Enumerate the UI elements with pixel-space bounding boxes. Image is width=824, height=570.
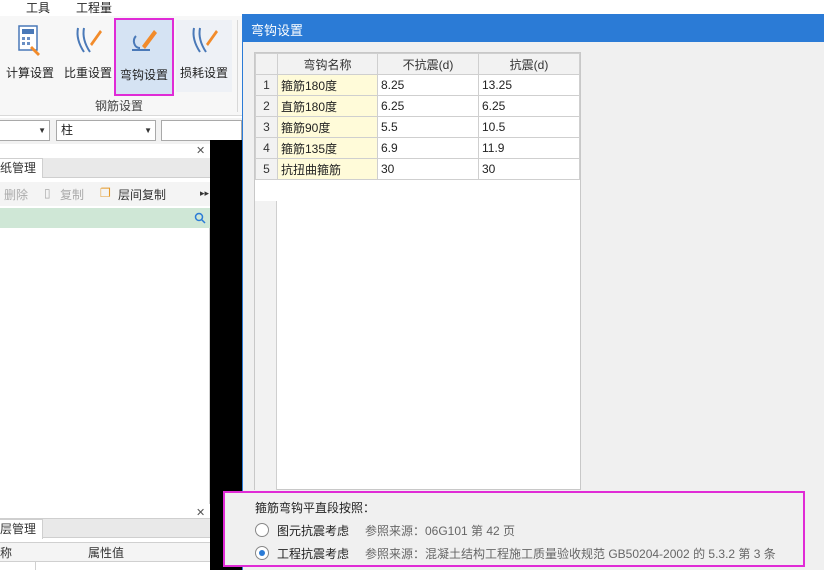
loss-settings-label: 损耗设置	[179, 66, 228, 80]
seismic-cell[interactable]: 11.9	[478, 137, 580, 159]
drawing-list	[0, 228, 210, 504]
component-type-combo[interactable]: 柱 ▼	[56, 120, 156, 141]
floor-copy-icon: ❐	[100, 186, 111, 200]
component-combo[interactable]	[161, 120, 242, 141]
menu-quantity[interactable]: 工程量	[76, 0, 112, 16]
table-row[interactable]: 3 箍筋90度 5.5 10.5	[255, 116, 580, 138]
menu-tools[interactable]: 工具	[26, 0, 50, 16]
dialog-titlebar[interactable]: 弯钩设置	[243, 14, 824, 42]
option-reference: 参照来源：06G101 第 42 页	[365, 524, 516, 538]
search-icon[interactable]	[194, 212, 206, 224]
copy-icon: ▯	[44, 186, 51, 200]
row-number: 2	[255, 95, 278, 117]
more-icon[interactable]: ▸▸	[200, 188, 209, 199]
menu-bar: 工具 工程量	[0, 0, 242, 16]
table-row[interactable]: 4 箍筋135度 6.9 11.9	[255, 137, 580, 159]
hook-table-area: 弯钩名称 不抗震(d) 抗震(d) 1 箍筋180度 8.25 13.25 2 …	[254, 52, 581, 490]
hook-settings-label: 弯钩设置	[119, 68, 168, 82]
col-non-seismic: 不抗震(d)	[377, 53, 479, 75]
table-corner	[255, 53, 278, 75]
chevron-down-icon: ▼	[38, 126, 46, 135]
hook-settings-dialog: 弯钩设置 弯钩名称 不抗震(d) 抗震(d) 1 箍筋180度 8.25 13.…	[223, 14, 824, 570]
dialog-title: 弯钩设置	[251, 23, 304, 38]
option-reference: 参照来源：混凝土结构工程施工质量验收规范 GB50204-2002 的 5.3.…	[365, 547, 776, 561]
hook-settings-icon	[132, 30, 157, 51]
col-hook-name: 弯钩名称	[277, 53, 378, 75]
row-number: 1	[255, 74, 278, 96]
search-bar[interactable]	[0, 208, 210, 228]
non-seismic-cell[interactable]: 6.25	[377, 95, 479, 117]
table-row[interactable]: 1 箍筋180度 8.25 13.25	[255, 74, 580, 96]
calc-settings-icon	[18, 25, 40, 56]
ribbon-group-label: 钢筋设置	[95, 99, 144, 113]
col-seismic: 抗震(d)	[478, 53, 580, 75]
seismic-cell[interactable]: 6.25	[478, 95, 580, 117]
table-header-row: 弯钩名称 不抗震(d) 抗震(d)	[255, 53, 580, 75]
loss-settings-button[interactable]: 损耗设置	[176, 20, 232, 92]
hook-name-cell: 箍筋180度	[277, 74, 378, 96]
drawing-panel-header: 纸管理	[0, 158, 210, 178]
weight-settings-icon	[76, 27, 102, 53]
option-label: 工程抗震考虑	[277, 547, 350, 561]
row-header-strip	[255, 201, 277, 490]
component-type-value: 柱	[61, 123, 74, 137]
attr-col-value: 属性值	[88, 546, 125, 560]
radio-element-seismic[interactable]	[255, 523, 269, 537]
hook-settings-button[interactable]: 弯钩设置	[114, 18, 174, 96]
non-seismic-cell[interactable]: 5.5	[377, 116, 479, 138]
hook-name-cell: 直筋180度	[277, 95, 378, 117]
row-number: 4	[255, 137, 278, 159]
radio-project-seismic[interactable]	[255, 546, 269, 560]
delete-button[interactable]: 删除	[4, 186, 28, 203]
non-seismic-cell[interactable]: 6.9	[377, 137, 479, 159]
floor-combo[interactable]: ▼	[0, 120, 50, 141]
seismic-cell[interactable]: 10.5	[478, 116, 580, 138]
seismic-cell[interactable]: 30	[478, 158, 580, 180]
drawing-toolbar: 删除 ▯ 复制 ❐ 层间复制 ▸▸	[0, 182, 210, 206]
attr-col-name: 称	[0, 546, 13, 560]
floor-panel-header: 层管理	[0, 518, 210, 539]
hook-name-cell: 抗扭曲箍筋	[277, 158, 378, 180]
ribbon: 计算设置 比重设置 弯钩设置 损耗设置 钢筋设置	[0, 16, 242, 116]
ribbon-separator	[237, 20, 238, 112]
drawing-panel-tab[interactable]: 纸管理	[0, 158, 44, 178]
hook-name-cell: 箍筋135度	[277, 137, 378, 159]
weight-settings-label: 比重设置	[63, 66, 112, 80]
floor-copy-button[interactable]: 层间复制	[118, 186, 166, 203]
loss-settings-icon	[192, 27, 218, 53]
combo-row: ▼ 柱 ▼	[0, 118, 242, 144]
seismic-cell[interactable]: 13.25	[478, 74, 580, 96]
copy-button[interactable]: 复制	[60, 186, 84, 203]
chevron-down-icon: ▼	[144, 126, 152, 135]
non-seismic-cell[interactable]: 30	[377, 158, 479, 180]
row-number: 3	[255, 116, 278, 138]
floor-panel-tab[interactable]: 层管理	[0, 519, 44, 539]
non-seismic-cell[interactable]: 8.25	[377, 74, 479, 96]
row-number: 5	[255, 158, 278, 180]
hook-table: 弯钩名称 不抗震(d) 抗震(d) 1 箍筋180度 8.25 13.25 2 …	[255, 53, 580, 180]
hook-name-cell: 箍筋90度	[277, 116, 378, 138]
stirrup-hook-group: 箍筋弯钩平直段按照： 图元抗震考虑 参照来源：06G101 第 42 页 工程抗…	[223, 491, 805, 567]
calc-settings-button[interactable]: 计算设置	[4, 20, 56, 92]
attr-table-header: 称 属性值	[0, 542, 210, 562]
table-row[interactable]: 5 抗扭曲箍筋 30 30	[255, 158, 580, 180]
calc-settings-label: 计算设置	[5, 66, 54, 80]
group-title: 箍筋弯钩平直段按照：	[255, 501, 376, 515]
option-label: 图元抗震考虑	[277, 524, 350, 538]
attr-cell	[0, 562, 36, 570]
weight-settings-button[interactable]: 比重设置	[62, 20, 114, 92]
table-row[interactable]: 2 直筋180度 6.25 6.25	[255, 95, 580, 117]
